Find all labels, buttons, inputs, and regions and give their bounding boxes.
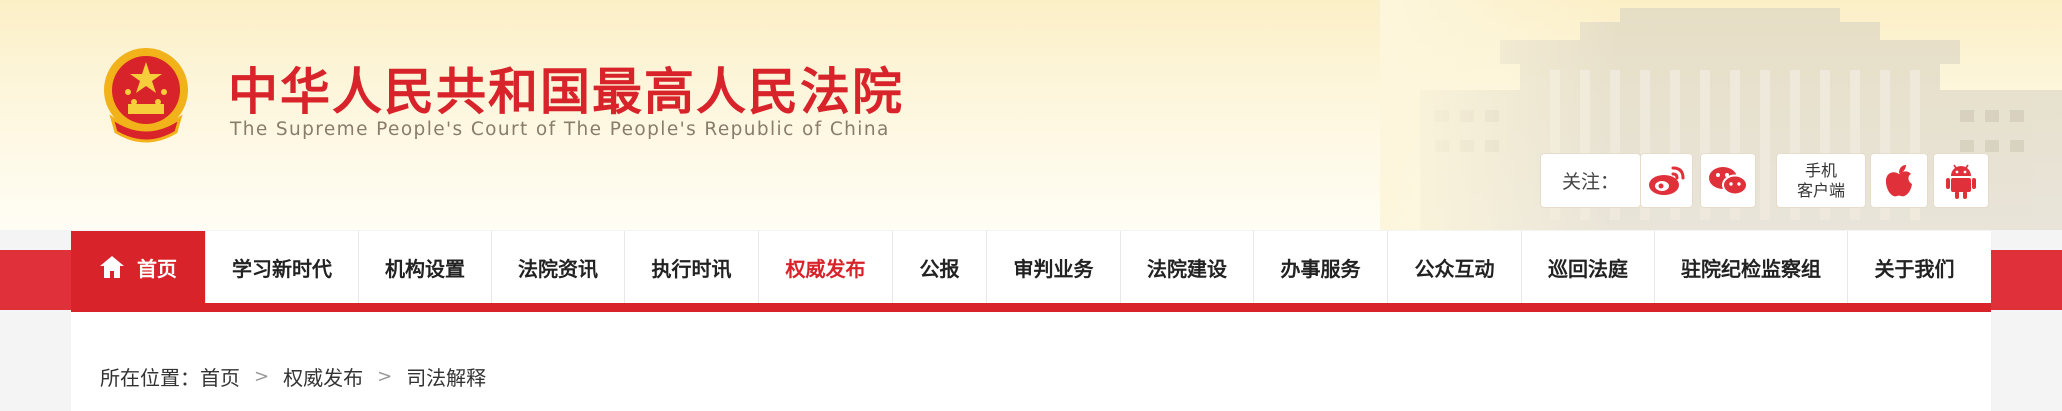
breadcrumb: 所在位置： 首页 > 权威发布 > 司法解释 [100,362,486,391]
breadcrumb-authoritative-release-link[interactable]: 权威发布 [283,362,363,391]
main-nav: 首页 学习新时代 机构设置 法院资讯 执行时讯 权威发布 公报 审判业务 法院建… [71,231,1991,303]
national-emblem-logo [104,48,188,143]
follow-label: 关注： [1540,153,1641,208]
home-icon [100,256,124,278]
breadcrumb-judicial-interpretation-link[interactable]: 司法解释 [406,362,486,391]
site-subtitle: The Supreme People's Court of The People… [230,119,890,140]
mobile-client-label-line2: 客户端 [1796,180,1845,200]
nav-item-trial-affairs[interactable]: 审判业务 [987,231,1121,303]
nav-item-label: 首页 [137,256,177,281]
nav-item-organization[interactable]: 机构设置 [359,231,492,303]
weibo-link[interactable] [1640,153,1693,208]
mobile-client-button[interactable]: 手机 客户端 [1776,153,1866,208]
android-icon [1946,164,1976,199]
nav-item-services[interactable]: 办事服务 [1254,231,1388,303]
breadcrumb-prefix: 所在位置： [100,366,200,390]
wechat-icon [1709,166,1748,195]
nav-item-enforcement-news[interactable]: 执行时讯 [625,231,759,303]
mobile-client-label-line1: 手机 [1804,160,1837,180]
nav-underline [71,303,1991,312]
nav-item-public-interaction[interactable]: 公众互动 [1388,231,1522,303]
site-title: 中华人民共和国最高人民法院 [228,62,904,121]
android-app-link[interactable] [1933,153,1989,208]
nav-item-authoritative-release[interactable]: 权威发布 [759,231,893,303]
nav-item-circuit-courts[interactable]: 巡回法庭 [1522,231,1655,303]
wechat-link[interactable] [1700,153,1756,208]
nav-item-about-us[interactable]: 关于我们 [1848,231,1981,303]
nav-item-gazette[interactable]: 公报 [893,231,987,303]
breadcrumb-home-link[interactable]: 首页 [200,362,240,391]
chevron-right-icon: > [377,366,393,387]
content-panel: 所在位置： 首页 > 权威发布 > 司法解释 [71,312,1991,411]
apple-app-link[interactable] [1870,153,1928,208]
nav-item-discipline-inspection[interactable]: 驻院纪检监察组 [1655,231,1848,303]
nav-item-court-news[interactable]: 法院资讯 [492,231,625,303]
nav-item-study[interactable]: 学习新时代 [206,231,359,303]
chevron-right-icon: > [254,366,270,387]
weibo-icon [1648,166,1684,195]
nav-item-court-construction[interactable]: 法院建设 [1121,231,1254,303]
site-header: 中华人民共和国最高人民法院 The Supreme People's Court… [0,0,2062,230]
nav-item-home[interactable]: 首页 [71,231,206,303]
apple-icon [1885,164,1912,196]
